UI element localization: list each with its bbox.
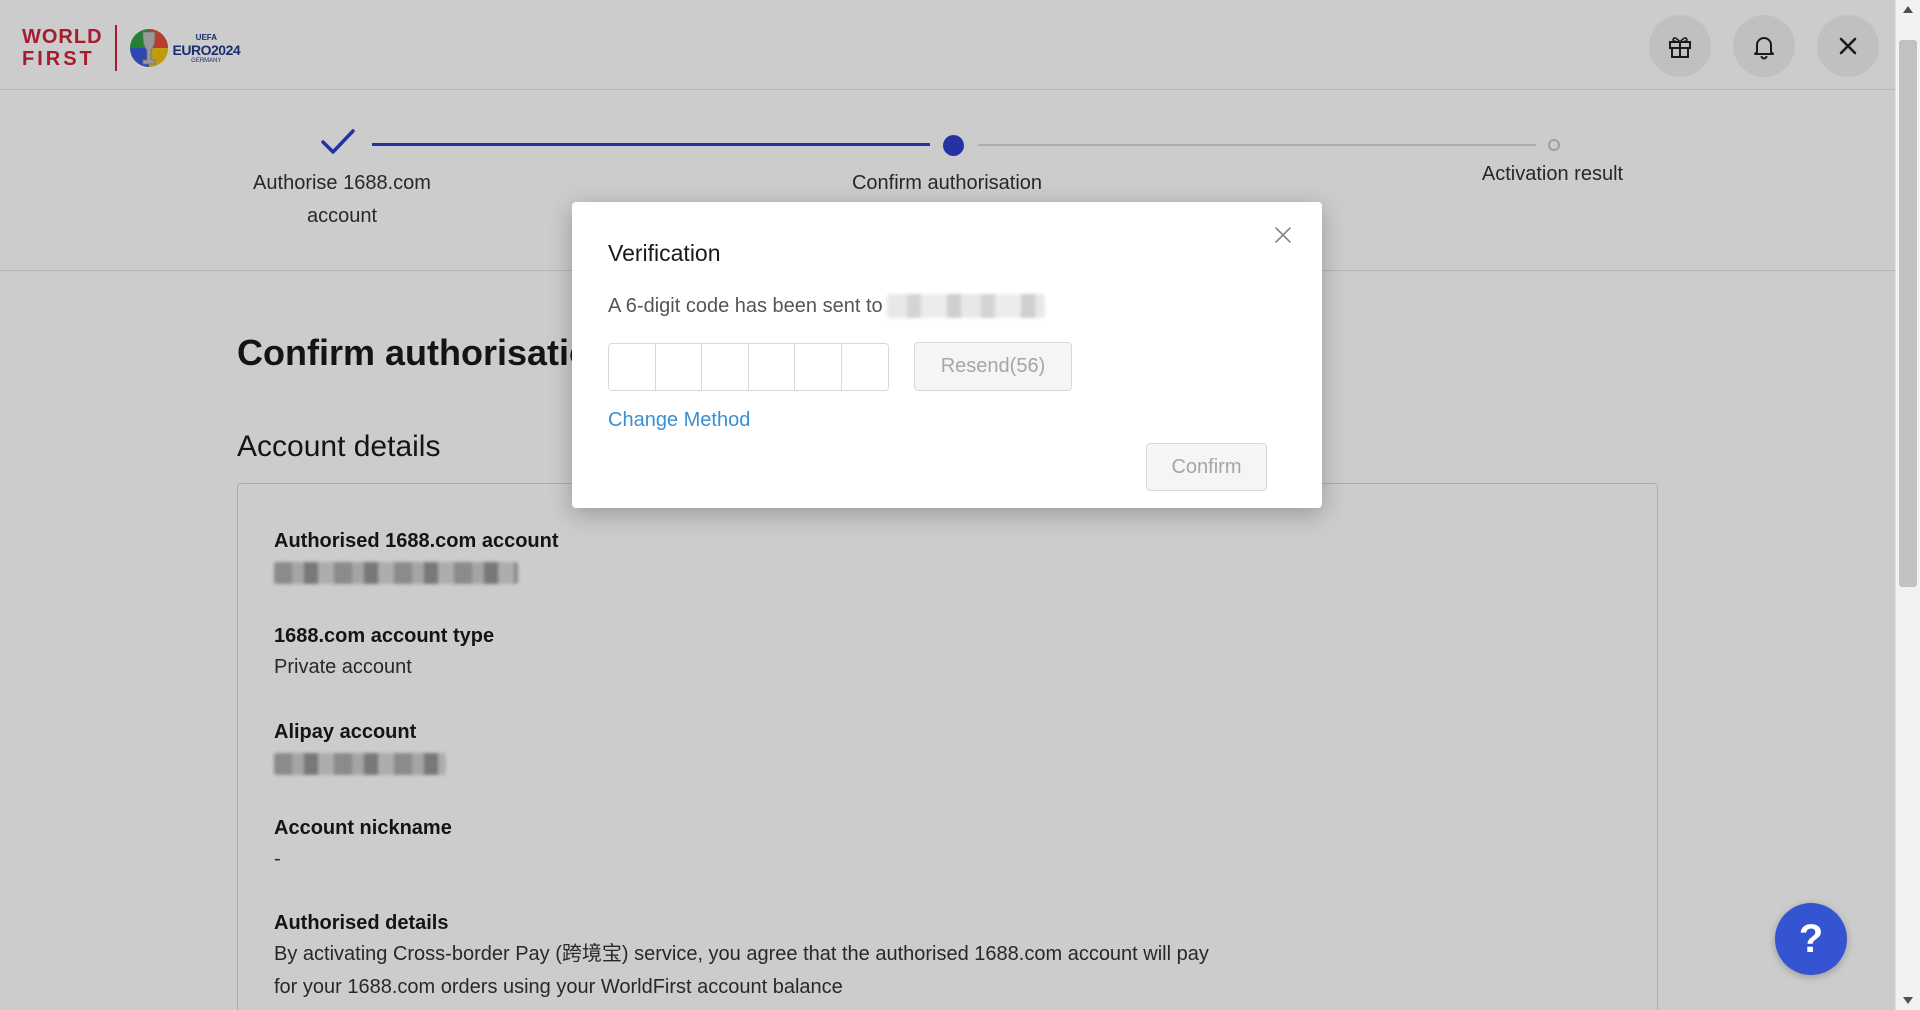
- otp-digit-input[interactable]: [702, 344, 749, 390]
- verification-modal: Verification A 6-digit code has been sen…: [572, 202, 1322, 508]
- otp-digit-input[interactable]: [795, 344, 842, 390]
- scroll-up-icon[interactable]: [1903, 6, 1913, 13]
- otp-input-group: [608, 343, 889, 391]
- change-method-link[interactable]: Change Method: [608, 409, 750, 432]
- scroll-down-icon[interactable]: [1903, 997, 1913, 1004]
- close-icon[interactable]: [1272, 224, 1294, 246]
- otp-digit-input[interactable]: [609, 344, 656, 390]
- page-scrollbar[interactable]: [1895, 0, 1920, 1010]
- otp-digit-input[interactable]: [748, 344, 795, 390]
- modal-title: Verification: [608, 240, 721, 266]
- masked-contact: [886, 294, 1045, 318]
- otp-digit-input[interactable]: [655, 344, 702, 390]
- otp-digit-input[interactable]: [841, 344, 888, 390]
- confirm-button[interactable]: Confirm: [1146, 443, 1267, 491]
- modal-description: A 6-digit code has been sent to: [608, 294, 1045, 318]
- scroll-thumb[interactable]: [1899, 40, 1917, 587]
- help-button[interactable]: ?: [1775, 903, 1847, 975]
- resend-button[interactable]: Resend(56): [914, 342, 1072, 391]
